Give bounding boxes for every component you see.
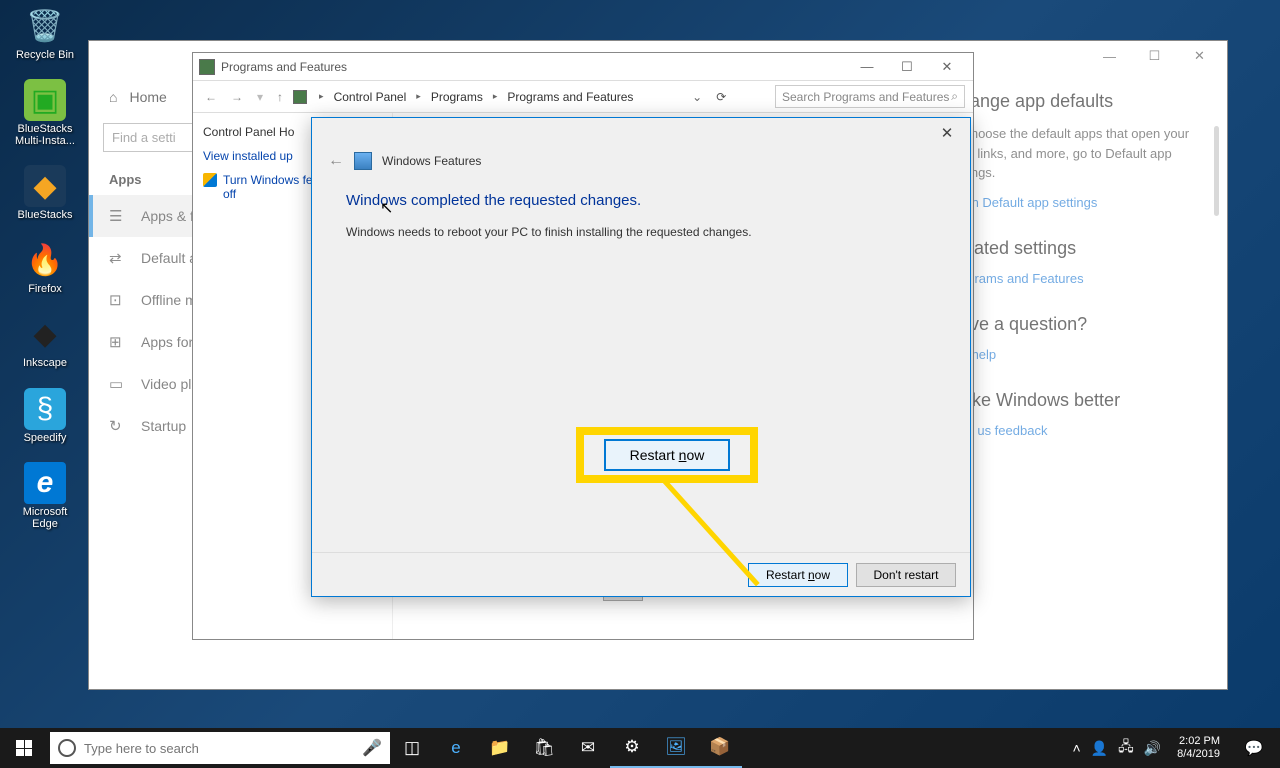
taskbar-explorer-icon[interactable]: 📁: [478, 728, 522, 768]
taskbar-photos-icon[interactable]: 🖼: [654, 728, 698, 768]
desktop-icon-bluestacks-multi[interactable]: ▣BlueStacks Multi-Insta...: [10, 79, 80, 147]
start-button[interactable]: [0, 728, 48, 768]
cp-titlebar: Programs and Features ― ☐ ✕: [193, 53, 973, 81]
cp-maximize-button[interactable]: ☐: [887, 59, 927, 75]
callout-highlight: Restart now: [576, 427, 758, 483]
system-tray: ˄ 👤 🖧 🔊 2:02 PM 8/4/2019 💬: [1072, 735, 1280, 761]
desktop-icon-recycle-bin[interactable]: 🗑️Recycle Bin: [10, 5, 80, 61]
taskbar-search[interactable]: 🎤: [50, 732, 390, 764]
taskbar-pinned: ◫ e 📁 🛍 ✉ ⚙ 🖼 📦: [390, 728, 742, 768]
wf-title: Windows Features: [382, 154, 481, 168]
desktop-icon-speedify[interactable]: §Speedify: [10, 388, 80, 444]
breadcrumb-programs[interactable]: Programs: [427, 90, 487, 104]
mouse-cursor: ↖: [380, 198, 393, 218]
forward-icon[interactable]: →: [227, 90, 247, 104]
breadcrumb-control-panel[interactable]: Control Panel: [330, 90, 411, 104]
tray-volume-icon[interactable]: 🔊: [1144, 740, 1161, 757]
taskbar-search-input[interactable]: [84, 741, 354, 756]
action-center-icon[interactable]: 💬: [1236, 739, 1272, 757]
desktop-icons: 🗑️Recycle Bin ▣BlueStacks Multi-Insta...…: [10, 5, 80, 530]
up-icon[interactable]: ↑: [273, 90, 287, 104]
desktop-icon-bluestacks[interactable]: ◆BlueStacks: [10, 165, 80, 221]
desktop-icon-inkscape[interactable]: ◆Inkscape: [10, 313, 80, 369]
task-view-icon[interactable]: ◫: [390, 728, 434, 768]
wf-footer: Restart now Don't restart: [312, 552, 970, 596]
cp-navbar: ← → ▾ ↑ ▸ Control Panel ▸ Programs ▸ Pro…: [193, 81, 973, 113]
search-icon: ⌕: [951, 89, 958, 104]
shield-icon: [203, 173, 217, 187]
breadcrumb-programs-features[interactable]: Programs and Features: [503, 90, 637, 104]
windows-logo-icon: [16, 740, 32, 756]
breadcrumb-icon: [293, 90, 307, 104]
address-dropdown-icon[interactable]: ⌄: [692, 90, 702, 104]
restart-now-button[interactable]: Restart now: [748, 563, 848, 587]
desktop-icon-edge[interactable]: eMicrosoft Edge: [10, 462, 80, 530]
wf-close-button[interactable]: ✕: [932, 124, 962, 142]
wf-heading: Windows completed the requested changes.: [346, 192, 936, 209]
taskbar-programs-icon[interactable]: 📦: [698, 728, 742, 768]
back-icon[interactable]: ←: [201, 90, 221, 104]
wf-back-icon[interactable]: ←: [328, 152, 344, 170]
taskbar-mail-icon[interactable]: ✉: [566, 728, 610, 768]
dont-restart-button[interactable]: Don't restart: [856, 563, 956, 587]
refresh-icon[interactable]: ⟳: [716, 90, 726, 104]
taskbar-clock[interactable]: 2:02 PM 8/4/2019: [1171, 735, 1226, 761]
taskbar: 🎤 ◫ e 📁 🛍 ✉ ⚙ 🖼 📦 ˄ 👤 🖧 🔊 2:02 PM 8/4/20…: [0, 728, 1280, 768]
cp-minimize-button[interactable]: ―: [847, 59, 887, 74]
taskbar-edge-icon[interactable]: e: [434, 728, 478, 768]
cp-search-input[interactable]: Search Programs and Features ⌕: [775, 85, 965, 108]
windows-features-dialog: ✕ ← Windows Features Windows completed t…: [311, 117, 971, 597]
mic-icon[interactable]: 🎤: [362, 738, 382, 758]
cp-app-icon: [199, 59, 215, 75]
tray-people-icon[interactable]: 👤: [1091, 740, 1108, 757]
cp-window-title: Programs and Features: [221, 60, 347, 74]
wf-message: Windows needs to reboot your PC to finis…: [346, 225, 936, 239]
taskbar-store-icon[interactable]: 🛍: [522, 728, 566, 768]
callout-restart-button: Restart now: [604, 439, 731, 471]
cortana-icon: [58, 739, 76, 757]
tray-chevron-icon[interactable]: ˄: [1072, 740, 1080, 756]
desktop-icon-firefox[interactable]: 🔥Firefox: [10, 239, 80, 295]
dropdown-history-icon[interactable]: ▾: [253, 90, 267, 104]
cp-close-button[interactable]: ✕: [927, 59, 967, 75]
windows-features-icon: [354, 152, 372, 170]
tray-network-icon[interactable]: 🖧: [1118, 736, 1134, 760]
taskbar-settings-icon[interactable]: ⚙: [610, 728, 654, 768]
